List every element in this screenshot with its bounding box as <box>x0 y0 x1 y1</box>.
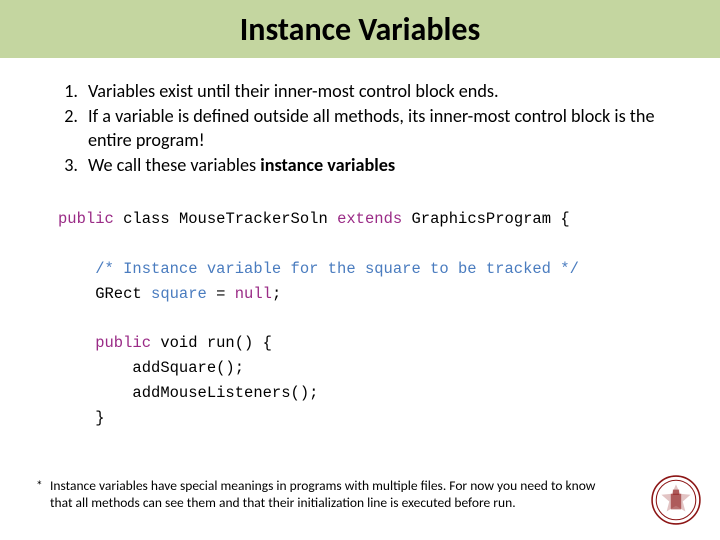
list-number: 2. <box>62 105 88 152</box>
code-text: } <box>58 409 105 427</box>
numbered-list: 1. Variables exist until their inner-mos… <box>0 58 720 189</box>
code-text: addMouseListeners(); <box>58 384 318 402</box>
footnote: * Instance variables have special meanin… <box>36 478 600 512</box>
list-item: 2. If a variable is defined outside all … <box>62 105 675 152</box>
code-ident: square <box>151 285 207 303</box>
code-text: run() { <box>207 334 272 352</box>
code-keyword: null <box>235 285 272 303</box>
code-text: ; <box>272 285 281 303</box>
list-number: 1. <box>62 80 88 103</box>
footnote-star: * <box>36 478 50 512</box>
code-text: GraphicsProgram { <box>402 210 569 228</box>
code-text: MouseTrackerSoln <box>179 210 337 228</box>
slide-title: Instance Variables <box>240 10 480 49</box>
list-item: 1. Variables exist until their inner-mos… <box>62 80 675 103</box>
title-bar: Instance Variables <box>0 0 720 58</box>
list-item: 3. We call these variables instance vari… <box>62 154 675 177</box>
list-text: If a variable is defined outside all met… <box>88 105 675 152</box>
code-text: addSquare(); <box>58 359 244 377</box>
code-text: class <box>114 210 179 228</box>
footnote-text: Instance variables have special meanings… <box>50 478 600 512</box>
code-text: GRect <box>58 285 151 303</box>
list-text: We call these variables instance variabl… <box>88 154 675 177</box>
list-text: Variables exist until their inner-most c… <box>88 80 675 103</box>
code-block: public class MouseTrackerSoln extends Gr… <box>0 189 720 430</box>
list-number: 3. <box>62 154 88 177</box>
stanford-logo-icon <box>650 474 702 526</box>
code-text: void <box>151 334 207 352</box>
code-keyword: public <box>58 210 114 228</box>
code-keyword: public <box>58 334 151 352</box>
code-keyword: extends <box>337 210 402 228</box>
code-text: = <box>207 285 235 303</box>
code-comment: /* Instance variable for the square to b… <box>58 260 579 278</box>
